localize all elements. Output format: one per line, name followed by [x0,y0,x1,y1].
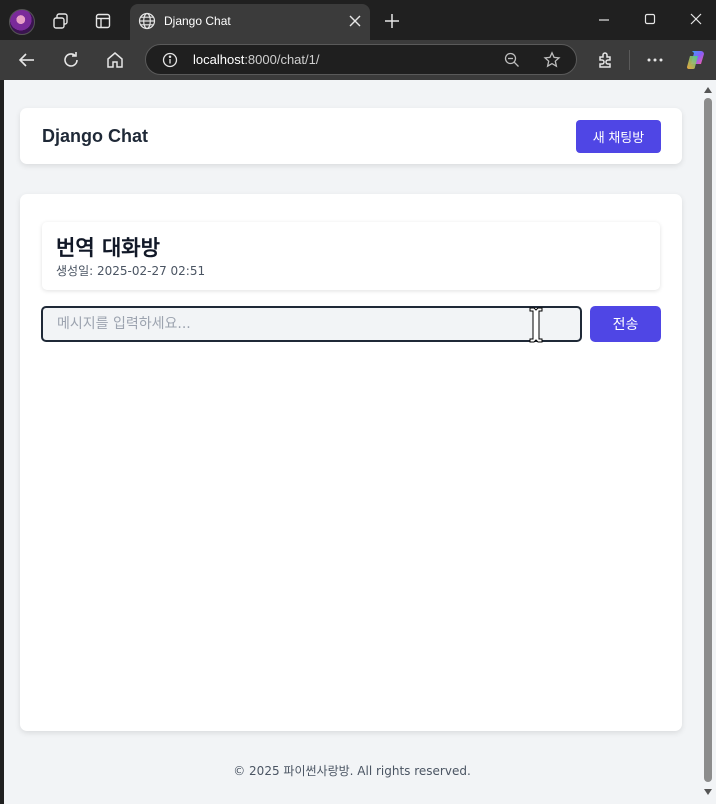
more-icon[interactable] [645,50,665,70]
browser-tab-active[interactable]: Django Chat [130,4,370,40]
room-info-card: 번역 대화방 생성일: 2025-02-27 02:51 [42,222,660,290]
message-input[interactable] [41,306,582,342]
url-host: localhost [193,52,245,67]
brand-title[interactable]: Django Chat [42,126,148,147]
site-header: Django Chat 새 채팅방 [20,108,682,164]
refresh-icon[interactable] [61,50,81,70]
maximize-icon[interactable] [640,11,660,29]
workspaces-icon[interactable] [48,8,74,34]
close-icon[interactable] [348,14,362,28]
address-bar[interactable]: localhost:8000/chat/1/ [145,44,577,75]
url-text[interactable]: localhost:8000/chat/1/ [193,52,319,67]
info-icon[interactable] [162,52,178,68]
browser-tab-strip: Django Chat [0,0,716,40]
minimize-icon[interactable] [594,11,614,29]
page-scrollbar[interactable] [700,80,716,804]
new-room-button[interactable]: 새 채팅방 [576,120,661,153]
home-icon[interactable] [105,50,125,70]
back-icon[interactable] [17,50,37,70]
plus-icon[interactable] [383,12,401,30]
browser-toolbar: localhost:8000/chat/1/ [0,40,716,80]
extensions-icon[interactable] [595,50,615,70]
copilot-icon[interactable] [685,48,709,72]
toolbar-divider [629,50,630,70]
tab-actions-icon[interactable] [90,8,116,34]
globe-icon [138,12,156,30]
text-cursor-icon [529,307,543,343]
scroll-up-icon[interactable] [703,86,713,94]
chat-panel: 번역 대화방 생성일: 2025-02-27 02:51 전송 [20,194,682,731]
site-footer: © 2025 파이썬사랑방. All rights reserved. [233,764,471,778]
tab-title: Django Chat [164,14,231,28]
room-title: 번역 대화방 [56,236,160,260]
profile-avatar[interactable] [9,9,35,35]
scrollbar-thumb[interactable] [704,98,712,782]
window-close-icon[interactable] [686,11,706,29]
scroll-down-icon[interactable] [703,788,713,796]
zoom-icon[interactable] [504,52,520,68]
room-created-date: 생성일: 2025-02-27 02:51 [56,264,206,278]
url-path: :8000/chat/1/ [244,52,320,67]
star-icon[interactable] [543,51,561,69]
send-button[interactable]: 전송 [590,306,661,342]
page-viewport: Django Chat 새 채팅방 번역 대화방 생성일: 2025-02-27… [4,80,700,804]
